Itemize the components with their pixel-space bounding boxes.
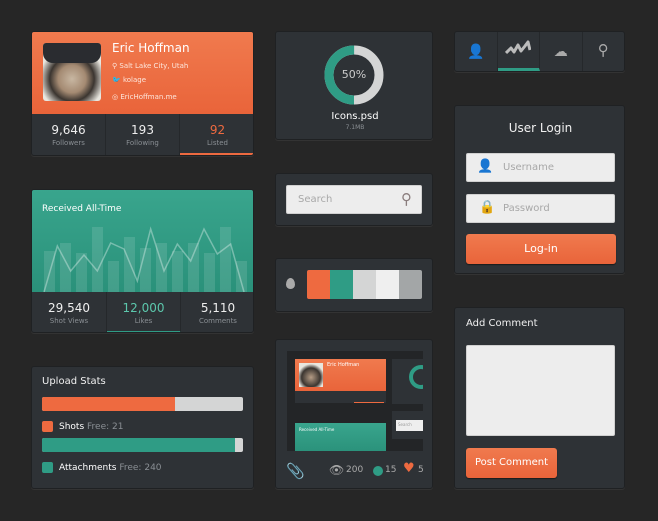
- search-card: Search ⚲: [275, 173, 433, 226]
- website-link[interactable]: ◎ EricHoffman.me: [112, 90, 188, 104]
- chart-bar: [188, 243, 199, 292]
- likes-count: 5: [418, 465, 424, 475]
- attachment-clip-icon[interactable]: 📎: [286, 462, 305, 480]
- shots-swatch: [42, 421, 53, 432]
- shots-legend: Shots Free: 21: [42, 421, 124, 432]
- location-pin-icon: ⚲: [112, 62, 118, 70]
- search-icon: ⚲: [597, 41, 609, 59]
- received-chart: [43, 226, 247, 292]
- comments-count: 15: [385, 465, 397, 475]
- stat-shot-views[interactable]: 29,540 Shot Views: [32, 292, 107, 332]
- shots-progress-bar: [42, 397, 243, 411]
- shot-thumbnail[interactable]: Eric Hoffman Search Received All-Time: [287, 351, 423, 451]
- swatch-1[interactable]: [330, 270, 353, 299]
- login-title: User Login: [508, 121, 573, 135]
- swatch-4[interactable]: [399, 270, 422, 299]
- chart-bar: [220, 227, 231, 292]
- user-icon: 👤: [467, 44, 485, 60]
- stat-comments[interactable]: 5,110 Comments: [181, 292, 253, 332]
- chart-bar: [204, 253, 215, 292]
- username-input[interactable]: 👤 Username: [466, 153, 615, 182]
- received-chart-area: Received All-Time: [32, 190, 253, 292]
- shot-preview-card[interactable]: Eric Hoffman Search Received All-Time 📎 …: [275, 339, 433, 489]
- attachments-swatch: [42, 462, 53, 473]
- profile-card: Eric Hoffman ⚲ Salt Lake City, Utah 🐦 ko…: [31, 31, 254, 156]
- chart-bar: [108, 261, 119, 292]
- stat-followers[interactable]: 9,646 Followers: [32, 114, 106, 155]
- location-row: ⚲ Salt Lake City, Utah: [112, 62, 189, 70]
- upload-stats-card: Upload Stats Shots Free: 21 Attachments …: [31, 366, 254, 489]
- palette-card: [275, 258, 433, 312]
- droplet-icon: [286, 278, 295, 289]
- twitter-row[interactable]: 🐦 kolage: [112, 73, 188, 87]
- file-size: 7.1MB: [345, 124, 365, 131]
- stat-following[interactable]: 193 Following: [106, 114, 180, 155]
- user-icon: 👤: [477, 159, 494, 174]
- chart-bar: [140, 248, 151, 292]
- attachments-legend: Attachments Free: 240: [42, 462, 162, 473]
- stat-listed[interactable]: 92 Listed: [180, 114, 253, 155]
- chart-bar: [92, 227, 103, 292]
- attachments-progress-bar: [42, 438, 243, 452]
- search-input[interactable]: Search ⚲: [286, 185, 422, 214]
- password-input[interactable]: 🔒 Password: [466, 194, 615, 223]
- nav-search[interactable]: ⚲: [583, 32, 625, 71]
- progress-percent: 50%: [341, 68, 367, 81]
- chart-bar: [172, 251, 183, 292]
- swatch-2[interactable]: [353, 270, 376, 299]
- comment-textarea[interactable]: [466, 345, 615, 436]
- chart-bar: [236, 261, 247, 292]
- stat-likes[interactable]: 12,000 Likes: [107, 292, 181, 332]
- globe-icon: ◎: [112, 93, 119, 101]
- upload-title: Upload Stats: [42, 376, 106, 387]
- comment-bubble-icon: [373, 466, 383, 476]
- heart-icon[interactable]: ♥: [403, 461, 415, 476]
- activity-icon: [505, 40, 532, 55]
- login-card: User Login 👤 Username 🔒 Password Log-in: [454, 105, 625, 274]
- twitter-icon: 🐦: [112, 76, 121, 84]
- icon-nav: 👤 ☁ ⚲: [454, 31, 625, 72]
- color-swatches: [307, 270, 422, 299]
- swatch-0[interactable]: [307, 270, 330, 299]
- post-comment-button[interactable]: Post Comment: [466, 448, 557, 478]
- swatch-3[interactable]: [376, 270, 399, 299]
- views-count: 200: [346, 465, 364, 475]
- file-progress-card: 50% Icons.psd 7.1MB: [275, 31, 433, 140]
- nav-upload[interactable]: ☁: [540, 32, 583, 71]
- nav-user[interactable]: 👤: [455, 32, 498, 71]
- search-icon[interactable]: ⚲: [401, 190, 412, 208]
- nav-activity[interactable]: [497, 32, 540, 71]
- received-card: Received All-Time 29,540 Shot Views 12,00…: [31, 189, 254, 333]
- comment-card: Add Comment Post Comment: [454, 307, 625, 489]
- login-button[interactable]: Log-in: [466, 234, 616, 264]
- lock-icon: 🔒: [479, 200, 496, 215]
- eye-icon: 👁: [329, 463, 345, 477]
- avatar-beanie: [43, 43, 101, 63]
- cloud-upload-icon: ☁: [553, 44, 568, 60]
- file-name: Icons.psd: [331, 111, 379, 122]
- comment-title: Add Comment: [466, 318, 538, 329]
- chart-bar: [124, 237, 135, 292]
- profile-name: Eric Hoffman: [112, 41, 190, 55]
